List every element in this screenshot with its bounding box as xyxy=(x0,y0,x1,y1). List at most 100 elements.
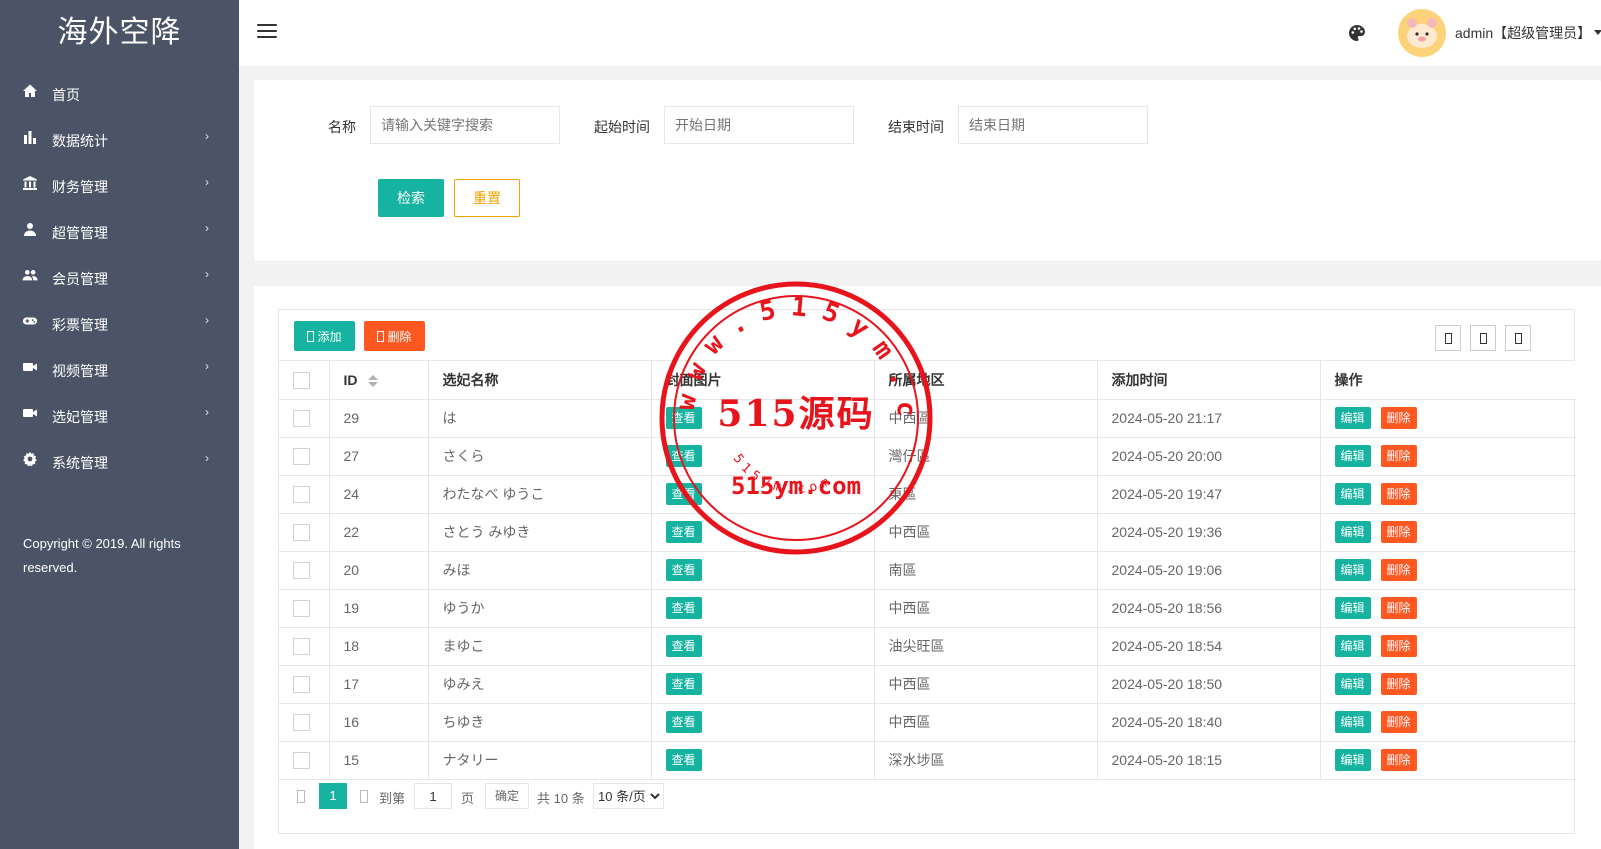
end-date-input[interactable] xyxy=(958,106,1148,144)
edit-button[interactable]: 编辑 xyxy=(1334,711,1371,733)
row-checkbox[interactable] xyxy=(293,447,310,465)
edit-button[interactable]: 编辑 xyxy=(1334,407,1371,429)
cover-cell: 查看 xyxy=(651,665,875,704)
delete-button-label: 删除 xyxy=(387,329,412,344)
page-size-select[interactable]: 10 条/页 xyxy=(593,783,664,809)
delete-button[interactable]: 删除 xyxy=(1380,445,1417,467)
batch-delete-button[interactable]: 删除 xyxy=(364,321,425,351)
row-select-cell xyxy=(279,437,330,476)
palette-icon[interactable] xyxy=(1348,24,1366,42)
start-date-input[interactable] xyxy=(664,106,854,144)
view-cover-button[interactable]: 查看 xyxy=(665,711,702,733)
table-row[interactable]: 19 ゆうか 查看 中西區 2024-05-20 18:56 编辑 删除 xyxy=(279,589,1576,628)
delete-button[interactable]: 删除 xyxy=(1380,407,1417,429)
cover-cell: 查看 xyxy=(651,627,875,666)
view-cover-button[interactable]: 查看 xyxy=(665,483,702,505)
column-filter-icon[interactable] xyxy=(1435,325,1461,351)
row-checkbox[interactable] xyxy=(293,637,310,655)
name-cell: さとう みゆき xyxy=(428,513,652,552)
row-checkbox[interactable] xyxy=(293,751,310,769)
chevron-right-icon: › xyxy=(205,129,209,143)
table-row[interactable]: 18 まゆこ 查看 油尖旺區 2024-05-20 18:54 编辑 删除 xyxy=(279,627,1576,666)
table-row[interactable]: 16 ちゆき 查看 中西區 2024-05-20 18:40 编辑 删除 xyxy=(279,703,1576,742)
delete-button[interactable]: 删除 xyxy=(1380,597,1417,619)
view-cover-button[interactable]: 查看 xyxy=(665,445,702,467)
edit-button[interactable]: 编辑 xyxy=(1334,445,1371,467)
delete-button[interactable]: 删除 xyxy=(1380,483,1417,505)
row-checkbox[interactable] xyxy=(293,485,310,503)
table-row[interactable]: 15 ナタリー 查看 深水埗區 2024-05-20 18:15 编辑 删除 xyxy=(279,741,1576,780)
row-checkbox[interactable] xyxy=(293,561,310,579)
row-checkbox[interactable] xyxy=(293,409,310,427)
current-page-button[interactable]: 1 xyxy=(319,783,347,809)
sidebar-item-1[interactable]: 数据统计 › xyxy=(0,114,239,160)
sidebar-item-5[interactable]: 彩票管理 › xyxy=(0,298,239,344)
delete-button[interactable]: 删除 xyxy=(1380,635,1417,657)
reset-button[interactable]: 重置 xyxy=(454,179,520,217)
name-cell: ゆみえ xyxy=(428,665,652,704)
edit-button[interactable]: 编辑 xyxy=(1334,597,1371,619)
chevron-right-icon: › xyxy=(205,221,209,235)
end-date-label: 结束时间 xyxy=(888,119,944,135)
cover-cell: 查看 xyxy=(651,741,875,780)
sort-icon[interactable] xyxy=(367,375,378,388)
sidebar-item-3[interactable]: 超管管理 › xyxy=(0,206,239,252)
goto-page-input[interactable] xyxy=(414,783,452,809)
sidebar-item-6[interactable]: 视频管理 › xyxy=(0,344,239,390)
user-dropdown-caret-icon[interactable] xyxy=(1594,30,1601,35)
select-all-checkbox[interactable] xyxy=(293,371,310,389)
avatar[interactable] xyxy=(1398,9,1446,57)
sidebar-item-2[interactable]: 财务管理 › xyxy=(0,160,239,206)
delete-button[interactable]: 删除 xyxy=(1380,749,1417,771)
export-icon[interactable] xyxy=(1470,325,1496,351)
delete-button[interactable]: 删除 xyxy=(1380,521,1417,543)
row-checkbox[interactable] xyxy=(293,713,310,731)
column-header-id[interactable]: ID xyxy=(329,361,429,400)
table-row[interactable]: 17 ゆみえ 查看 中西區 2024-05-20 18:50 编辑 删除 xyxy=(279,665,1576,704)
view-cover-button[interactable]: 查看 xyxy=(665,673,702,695)
menu-toggle-icon[interactable] xyxy=(257,24,277,40)
print-icon[interactable] xyxy=(1505,325,1531,351)
view-cover-button[interactable]: 查看 xyxy=(665,521,702,543)
column-header-region: 所属地区 xyxy=(874,361,1098,400)
goto-confirm-button[interactable]: 确定 xyxy=(485,783,529,809)
name-label: 名称 xyxy=(328,119,356,135)
delete-button[interactable]: 删除 xyxy=(1380,559,1417,581)
view-cover-button[interactable]: 查看 xyxy=(665,559,702,581)
delete-button[interactable]: 删除 xyxy=(1380,673,1417,695)
name-search-input[interactable] xyxy=(370,106,560,144)
add-icon xyxy=(307,330,315,342)
user-menu-label[interactable]: admin【超级管理员】 xyxy=(1455,23,1591,43)
view-cover-button[interactable]: 查看 xyxy=(665,749,702,771)
sidebar-item-4[interactable]: 会员管理 › xyxy=(0,252,239,298)
sidebar-item-label: 数据统计 xyxy=(52,133,108,149)
delete-button[interactable]: 删除 xyxy=(1380,711,1417,733)
row-checkbox[interactable] xyxy=(293,599,310,617)
table-row[interactable]: 22 さとう みゆき 查看 中西區 2024-05-20 19:36 编辑 删除 xyxy=(279,513,1576,552)
sidebar-item-label: 视频管理 xyxy=(52,363,108,379)
add-button[interactable]: 添加 xyxy=(294,321,355,351)
start-date-label: 起始时间 xyxy=(594,119,650,135)
edit-button[interactable]: 编辑 xyxy=(1334,749,1371,771)
table-row[interactable]: 27 さくら 查看 灣仔區 2024-05-20 20:00 编辑 删除 xyxy=(279,437,1576,476)
edit-button[interactable]: 编辑 xyxy=(1334,483,1371,505)
row-checkbox[interactable] xyxy=(293,675,310,693)
view-cover-button[interactable]: 查看 xyxy=(665,597,702,619)
search-button[interactable]: 检索 xyxy=(378,179,444,217)
row-checkbox[interactable] xyxy=(293,523,310,541)
edit-button[interactable]: 编辑 xyxy=(1334,559,1371,581)
edit-button[interactable]: 编辑 xyxy=(1334,673,1371,695)
edit-button[interactable]: 编辑 xyxy=(1334,521,1371,543)
brand-title: 海外空降 xyxy=(57,16,182,49)
table-row[interactable]: 24 わたなべ ゆうこ 查看 東區 2024-05-20 19:47 编辑 删除 xyxy=(279,475,1576,514)
view-cover-button[interactable]: 查看 xyxy=(665,407,702,429)
sidebar-item-7[interactable]: 选妃管理 › xyxy=(0,390,239,436)
sidebar-item-8[interactable]: 系统管理 › xyxy=(0,436,239,482)
edit-button[interactable]: 编辑 xyxy=(1334,635,1371,657)
sidebar-item-0[interactable]: 首页 xyxy=(0,68,239,114)
prev-page-icon[interactable] xyxy=(297,790,305,803)
table-row[interactable]: 20 みほ 查看 南區 2024-05-20 19:06 编辑 删除 xyxy=(279,551,1576,590)
view-cover-button[interactable]: 查看 xyxy=(665,635,702,657)
next-page-icon[interactable] xyxy=(360,790,368,803)
table-row[interactable]: 29 は查看 中西區 2024-05-20 21:17 编辑 删除 xyxy=(279,399,1576,438)
